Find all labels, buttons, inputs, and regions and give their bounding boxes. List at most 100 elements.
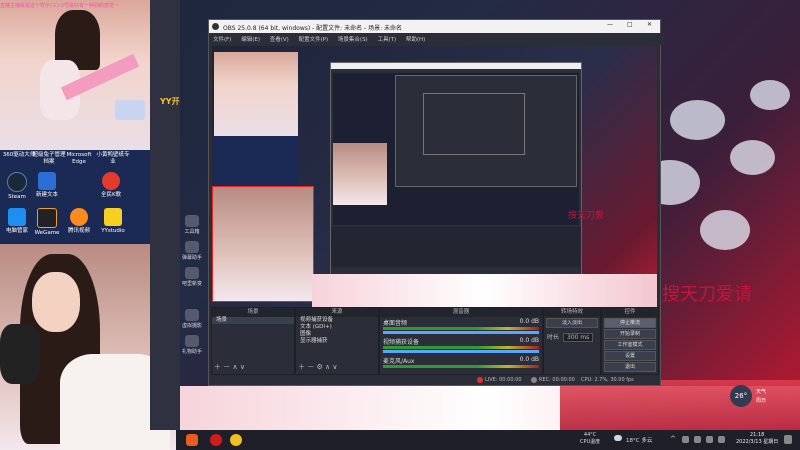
menu-view[interactable]: 查看(V)	[270, 37, 289, 43]
desktop-icon-edge[interactable]: Microsoft Edge	[62, 150, 96, 166]
obs-titlebar[interactable]: OBS 25.0.8 (64 bit, windows) - 配置文件: 未命名…	[209, 20, 660, 33]
webcam-top-preview	[0, 0, 150, 150]
transition-select[interactable]: 淡入淡出	[546, 318, 598, 328]
menu-scene-collection[interactable]: 场景集合(S)	[338, 37, 368, 43]
start-recording-button[interactable]: 开始录制	[604, 329, 656, 339]
bar-button[interactable]: 吧里新变	[180, 267, 204, 287]
taskbar-weather[interactable]: 18°C 多云	[626, 436, 652, 444]
scenes-dock: 场景 场景 ＋ － ∧ ∨	[211, 307, 295, 375]
volume-icon[interactable]	[706, 436, 713, 443]
transitions-dock: 转场特效 淡入淡出 时长 300 ms	[543, 307, 601, 375]
tray-icon[interactable]	[682, 436, 689, 443]
remove-source-icon[interactable]: －	[307, 363, 314, 371]
clock[interactable]: 21:18 2022/3/13 星期日	[736, 432, 778, 446]
video-icon	[70, 208, 88, 226]
ime-icon[interactable]	[718, 436, 725, 443]
obs-statusbar: LIVE: 00:00:00 REC: 00:00:00 CPU: 2.7%, …	[209, 375, 660, 385]
duration-input[interactable]: 300 ms	[562, 333, 594, 342]
preview-pink-floor	[312, 274, 657, 310]
scene-item[interactable]: 场景	[212, 317, 294, 324]
shield-icon	[8, 208, 26, 226]
studio-mode-button[interactable]: 工作室模式	[604, 340, 656, 350]
mixer-channel-name: 麦克风/Aux	[383, 358, 415, 365]
obs-window: OBS 25.0.8 (64 bit, windows) - 配置文件: 未命名…	[208, 19, 664, 386]
camera-icon	[185, 309, 199, 321]
desktop-icon-360[interactable]: 360驱动大师	[2, 150, 36, 159]
desktop-icon-yystudio[interactable]: YYstudio	[96, 208, 130, 235]
overlay-caption: 直播主播就是这个样子(三)-3号最好有一种别的感觉一	[0, 3, 119, 9]
preview-webcam-top	[214, 52, 298, 136]
preview-obs-inner	[330, 62, 582, 294]
scene-down-icon[interactable]: ∨	[240, 363, 245, 371]
desktop-icon-wallpaper[interactable]: 小黄鸭壁纸专业	[96, 150, 130, 166]
source-item[interactable]: 视频捕获设备	[296, 317, 378, 324]
source-up-icon[interactable]: ∧	[325, 363, 330, 371]
danmaku-button[interactable]: 弹幕助手	[180, 241, 204, 261]
bar-icon	[185, 267, 199, 279]
yy-taskbar-icon[interactable]	[230, 434, 242, 446]
source-item[interactable]: 图像	[296, 331, 378, 338]
desktop-icon-rabbit[interactable]: 超级兔子管理 档案	[32, 150, 66, 166]
wegame-icon	[37, 208, 57, 228]
menu-tools[interactable]: 工具(T)	[377, 37, 396, 43]
weather-badge[interactable]: 26° 天气 周日	[730, 385, 794, 407]
toolbox-button[interactable]: 工具箱	[180, 215, 204, 235]
stop-streaming-button[interactable]: 停止推流	[604, 318, 656, 328]
mixer-channel-name: 桌面音频	[383, 320, 408, 327]
weather-info2: 周日	[756, 398, 767, 404]
gift-button[interactable]: 礼物助手	[180, 335, 204, 355]
settings-button[interactable]: 设置	[604, 351, 656, 361]
desktop-icon-doc[interactable]: 新建文本	[30, 172, 64, 199]
weather-temp-circle: 26°	[730, 385, 752, 407]
preview-promo-text: 搜天刀爱	[568, 211, 605, 221]
notification-icon[interactable]	[784, 435, 792, 444]
live-indicator-icon	[477, 377, 483, 383]
scenes-toolbar: ＋ － ∧ ∨	[214, 362, 245, 372]
start-icon[interactable]	[186, 434, 198, 446]
cpu-temp: 44°C CPU温度	[580, 432, 600, 446]
menu-profile[interactable]: 配置文件(P)	[299, 37, 329, 43]
menu-file[interactable]: 文件(F)	[213, 37, 231, 43]
menu-help[interactable]: 帮助(H)	[406, 37, 425, 43]
danmaku-icon	[185, 241, 199, 253]
source-item[interactable]: 文本 (GDI+)	[296, 324, 378, 331]
doc-icon	[38, 172, 56, 190]
side-tools: 工具箱 弹幕助手 吧里新变 虚拟摄影 礼物助手	[180, 215, 208, 355]
remove-scene-icon[interactable]: －	[223, 363, 230, 371]
volume-slider[interactable]	[383, 350, 539, 353]
obs-menubar: 文件(F) 编辑(E) 查看(V) 配置文件(P) 场景集合(S) 工具(T) …	[209, 33, 664, 45]
mixer-db: 0.0 dB	[519, 356, 539, 363]
desktop-icon-steam[interactable]: Steam	[0, 172, 34, 201]
desktop-icon-guard[interactable]: 电脑管家	[0, 208, 34, 235]
scene-up-icon[interactable]: ∧	[232, 363, 237, 371]
network-icon[interactable]	[694, 436, 701, 443]
minimize-icon[interactable]: —	[607, 21, 613, 28]
add-scene-icon[interactable]: ＋	[214, 363, 221, 371]
add-source-icon[interactable]: ＋	[298, 363, 305, 371]
desktop-icon-tencent-video[interactable]: 腾讯视频	[62, 208, 96, 235]
maximize-icon[interactable]: □	[627, 21, 633, 28]
gift-icon	[185, 335, 199, 347]
source-settings-icon[interactable]: ⚙	[316, 363, 322, 371]
sources-dock-title: 来源	[296, 308, 378, 317]
virtual-camera-button[interactable]: 虚拟摄影	[180, 309, 204, 329]
menu-edit[interactable]: 编辑(E)	[241, 37, 260, 43]
source-down-icon[interactable]: ∨	[332, 363, 337, 371]
close-icon[interactable]: ✕	[647, 21, 652, 28]
desktop-icon-wegame[interactable]: WeGame	[30, 208, 64, 237]
sources-dock: 来源 视频捕获设备 文本 (GDI+) 图像 显示器捕获 ＋ － ⚙ ∧ ∨	[295, 307, 379, 375]
taskbar: 44°C CPU温度 18°C 多云 ^ 21:18 2022/3/13 星期日	[176, 430, 800, 450]
desktop-icon-karaoke[interactable]: 全民K歌	[94, 172, 128, 199]
preview-desktop-icons	[214, 136, 298, 186]
clock-date: 2022/3/13 星期日	[736, 439, 779, 445]
volume-slider[interactable]	[383, 331, 539, 334]
netease-icon[interactable]	[210, 434, 222, 446]
toolbox-icon	[185, 215, 199, 227]
exit-button[interactable]: 退出	[604, 362, 656, 372]
obs-preview[interactable]: 搜天刀爱	[212, 46, 657, 324]
source-item[interactable]: 显示器捕获	[296, 338, 378, 345]
mixer-dock: 混音器 桌面音频 0.0 dB 视频捕获设备 0.0 dB 麦克风/Aux 0.0 d…	[379, 307, 543, 375]
cloud-icon	[614, 435, 622, 441]
tray-arrow-icon[interactable]: ^	[670, 435, 676, 443]
transitions-dock-title: 转场特效	[544, 308, 600, 317]
